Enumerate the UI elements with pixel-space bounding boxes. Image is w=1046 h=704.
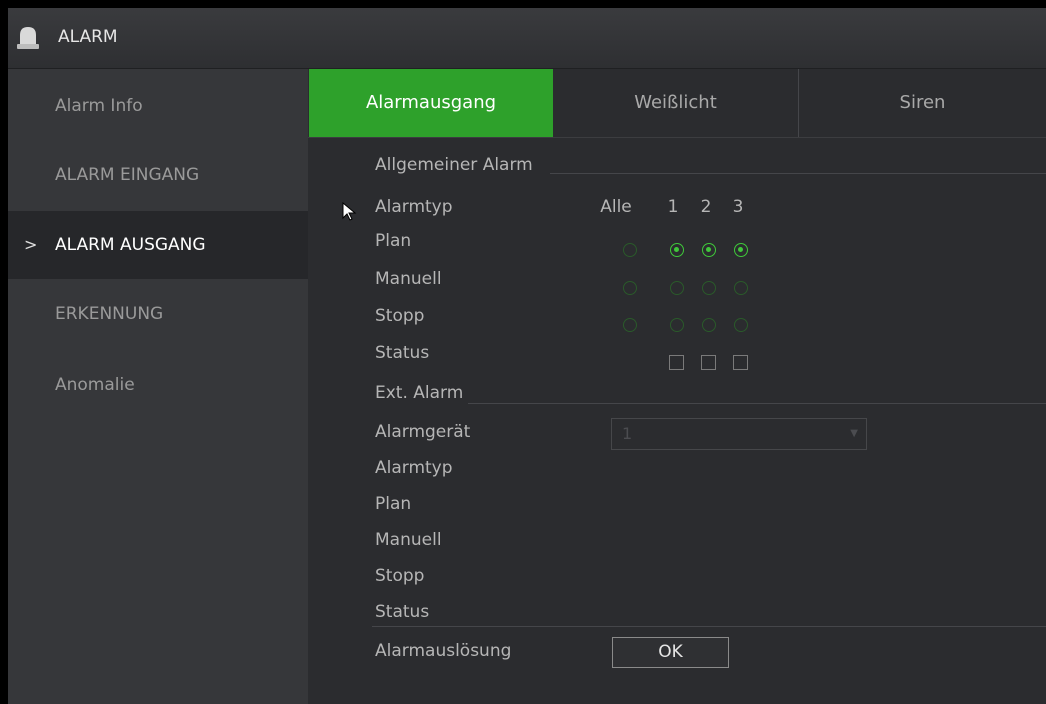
ext-alarm-type-label: Alarmtyp <box>375 458 453 478</box>
sidebar-item-anomalie[interactable]: Anomalie <box>8 351 308 419</box>
content-panel: Alarmausgang Weißlicht Siren Allgemeiner… <box>308 69 1046 704</box>
ok-button[interactable]: OK <box>612 637 729 668</box>
column-all: Alle <box>600 197 632 217</box>
status-checkbox-2[interactable] <box>701 355 716 370</box>
alarm-device-value: 1 <box>622 424 633 443</box>
ext-stop-label: Stopp <box>375 566 425 586</box>
ext-plan-label: Plan <box>375 494 412 514</box>
section-ext-alarm: Ext. Alarm <box>375 383 464 403</box>
mouse-pointer-icon <box>342 202 357 221</box>
alarm-window: ALARM Alarm Info ALARM EINGANG > ALARM A… <box>8 8 1046 704</box>
window-title: ALARM <box>58 27 118 47</box>
sidebar-item-label: ERKENNUNG <box>55 304 164 324</box>
section-general-alarm: Allgemeiner Alarm <box>375 155 533 175</box>
sidebar-item-label: Alarm Info <box>55 96 143 116</box>
sidebar-item-alarm-ausgang[interactable]: > ALARM AUSGANG <box>8 211 308 279</box>
manual-radio-2[interactable] <box>702 281 716 295</box>
sidebar-item-alarm-eingang[interactable]: ALARM EINGANG <box>8 141 308 209</box>
stop-radio-1[interactable] <box>670 318 684 332</box>
plan-radio-3[interactable] <box>734 243 748 257</box>
sidebar-item-label: ALARM EINGANG <box>55 165 200 185</box>
alarm-type-label: Alarmtyp <box>375 197 453 217</box>
stop-label: Stopp <box>375 306 425 326</box>
status-checkbox-1[interactable] <box>669 355 684 370</box>
tab-bar: Alarmausgang Weißlicht Siren <box>308 69 1046 138</box>
manual-radio-all[interactable] <box>623 281 637 295</box>
status-label: Status <box>375 343 430 363</box>
alarm-bell-icon <box>17 27 39 49</box>
manual-label: Manuell <box>375 269 442 289</box>
ext-status-label: Status <box>375 602 430 622</box>
stop-radio-all[interactable] <box>623 318 637 332</box>
alarm-trigger-label: Alarmauslösung <box>375 641 512 661</box>
plan-label: Plan <box>375 231 412 251</box>
sidebar: Alarm Info ALARM EINGANG > ALARM AUSGANG… <box>8 69 308 704</box>
ext-manual-label: Manuell <box>375 530 442 550</box>
sidebar-item-label: ALARM AUSGANG <box>55 235 206 255</box>
column-2: 2 <box>700 197 712 217</box>
manual-radio-3[interactable] <box>734 281 748 295</box>
tab-alarmausgang[interactable]: Alarmausgang <box>309 69 553 137</box>
chevron-down-icon: ▼ <box>850 428 858 439</box>
tab-siren[interactable]: Siren <box>799 69 1046 137</box>
status-checkbox-3[interactable] <box>733 355 748 370</box>
footer-divider <box>372 626 1046 627</box>
column-1: 1 <box>667 197 679 217</box>
section-divider <box>468 403 1046 404</box>
chevron-right-icon: > <box>24 235 38 254</box>
alarm-device-label: Alarmgerät <box>375 422 471 442</box>
title-bar: ALARM <box>8 8 1046 69</box>
tab-weisslicht[interactable]: Weißlicht <box>553 69 798 137</box>
plan-radio-all[interactable] <box>623 243 637 257</box>
alarm-device-select[interactable]: 1 ▼ <box>611 418 867 450</box>
plan-radio-1[interactable] <box>670 243 684 257</box>
sidebar-item-alarm-info[interactable]: Alarm Info <box>8 72 308 140</box>
section-divider <box>550 173 1046 174</box>
stop-radio-2[interactable] <box>702 318 716 332</box>
stop-radio-3[interactable] <box>734 318 748 332</box>
sidebar-item-label: Anomalie <box>55 375 135 395</box>
manual-radio-1[interactable] <box>670 281 684 295</box>
plan-radio-2[interactable] <box>702 243 716 257</box>
column-3: 3 <box>732 197 744 217</box>
sidebar-item-erkennung[interactable]: ERKENNUNG <box>8 280 308 348</box>
